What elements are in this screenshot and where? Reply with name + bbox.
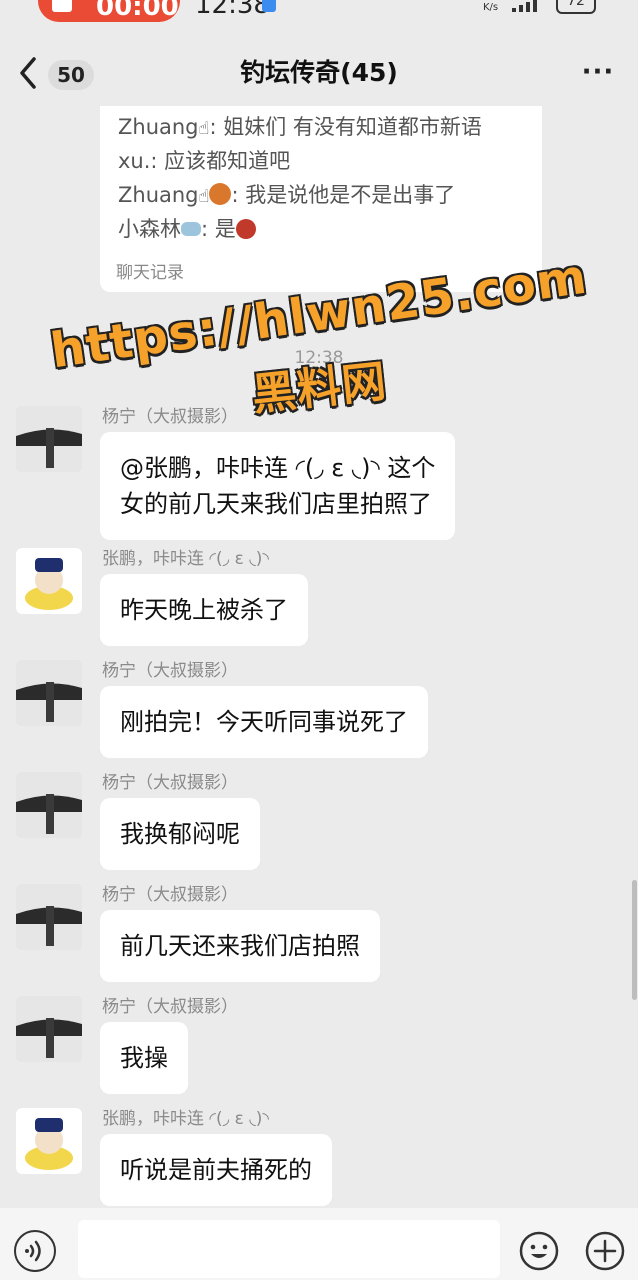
chat-header: 50 钓坛传奇(45) ··· — [0, 40, 638, 106]
cloud-emoji-icon — [181, 222, 201, 236]
sticker-emoji-icon — [235, 219, 256, 239]
record-text: : 是 — [201, 217, 236, 241]
face-emoji-icon — [209, 183, 232, 205]
voice-wave-icon — [25, 1240, 41, 1262]
sender-name: 杨宁（大叔摄影） — [102, 885, 238, 905]
landscape-photo-icon — [16, 996, 82, 1062]
message-input[interactable] — [78, 1220, 500, 1278]
message-bubble[interactable]: 前几天还来我们店拍照 — [100, 910, 380, 982]
smiley-icon — [519, 1231, 559, 1271]
chat-record-label: 聊天记录 — [116, 263, 184, 283]
landscape-photo-icon — [16, 660, 82, 726]
emoji-button[interactable] — [518, 1230, 560, 1272]
record-camera-icon — [52, 0, 72, 12]
record-sender: xu. — [118, 149, 151, 173]
sender-name: 张鹏，咔咔连 ◜(◞ ε ◟)◝ — [102, 1109, 269, 1129]
network-speed: K/s — [483, 2, 499, 13]
avatar[interactable] — [16, 884, 82, 950]
cartoon-character-icon — [16, 1108, 82, 1174]
message-bubble[interactable]: 刚拍完！今天听同事说死了 — [100, 686, 428, 758]
sender-name: 杨宁（大叔摄影） — [102, 773, 238, 793]
more-options-button[interactable]: ··· — [580, 59, 616, 86]
signal-icon — [512, 0, 537, 12]
avatar[interactable] — [16, 996, 82, 1062]
record-text: : 姐妹们 有没有知道都市新语 — [209, 115, 482, 139]
record-line: xu.: 应该都知道吧 — [118, 146, 290, 176]
landscape-photo-icon — [16, 772, 82, 838]
cartoon-character-icon — [16, 548, 82, 614]
landscape-photo-icon — [16, 884, 82, 950]
input-bar — [0, 1208, 638, 1280]
record-timer: 00:00 — [96, 0, 179, 22]
avatar[interactable] — [16, 660, 82, 726]
sender-name: 杨宁（大叔摄影） — [102, 661, 238, 681]
sender-name: 杨宁（大叔摄影） — [102, 997, 238, 1017]
record-line: Zhuang☝: 姐妹们 有没有知道都市新语 — [118, 112, 482, 144]
record-sender: 小森林 — [118, 217, 181, 241]
avatar[interactable] — [16, 1108, 82, 1174]
record-line: 小森林 : 是 — [118, 214, 256, 244]
sender-name: 张鹏，咔咔连 ◜(◞ ε ◟)◝ — [102, 549, 269, 569]
voice-button[interactable] — [14, 1230, 56, 1272]
add-attachment-button[interactable] — [584, 1230, 626, 1272]
screen-record-pill[interactable]: 00:00 — [38, 0, 180, 22]
avatar[interactable] — [16, 548, 82, 614]
hand-emoji-icon: ☝ — [198, 186, 210, 207]
record-sender: Zhuang — [118, 183, 199, 207]
hand-emoji-icon: ☝ — [198, 118, 210, 139]
notification-badge-icon — [262, 0, 276, 12]
record-line: Zhuang☝ : 我是说他是不是出事了 — [118, 180, 455, 212]
battery-icon: 72 — [556, 0, 596, 14]
scrollbar[interactable] — [632, 880, 637, 1000]
status-time: 12:38 — [195, 0, 270, 20]
avatar[interactable] — [16, 772, 82, 838]
record-sender: Zhuang — [118, 115, 199, 139]
message-bubble[interactable]: 听说是前夫捅死的 — [100, 1134, 332, 1206]
message-bubble[interactable]: @张鹏，咔咔连 ◜(◞ ε ◟)◝ 这个 女的前几天来我们店里拍照了 — [100, 432, 456, 540]
record-text: : 我是说他是不是出事了 — [231, 183, 456, 207]
message-bubble[interactable]: 昨天晚上被杀了 — [100, 574, 308, 646]
message-bubble[interactable]: 我操 — [100, 1022, 188, 1094]
group-title: 钓坛传奇(45) — [240, 58, 398, 87]
record-text: : 应该都知道吧 — [150, 149, 291, 173]
message-bubble[interactable]: 我换郁闷呢 — [100, 798, 260, 870]
status-bar: 00:00 12:38 K/s 72 — [0, 0, 638, 22]
plus-icon — [585, 1231, 625, 1271]
